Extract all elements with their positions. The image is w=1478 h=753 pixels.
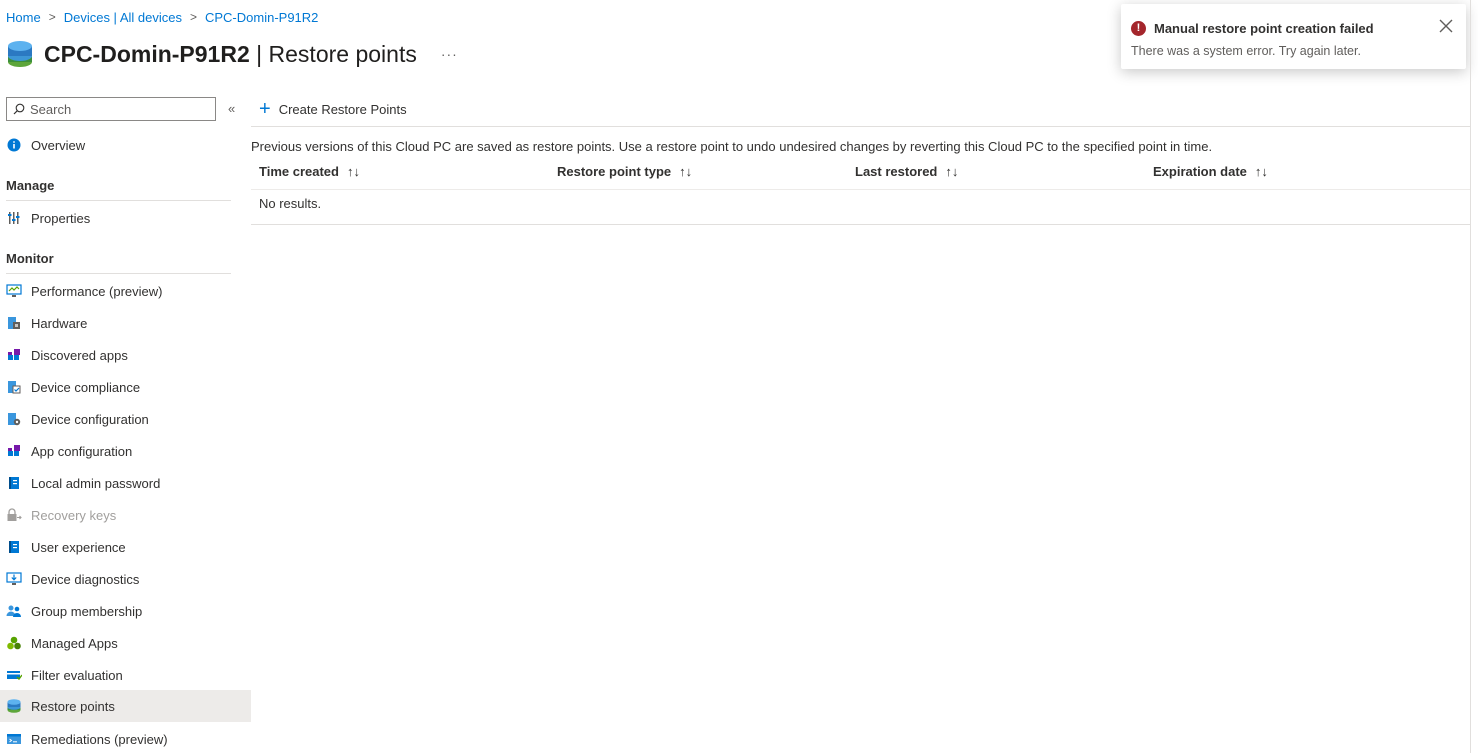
device-compliance-icon bbox=[6, 379, 22, 395]
column-label: Last restored bbox=[855, 164, 938, 179]
sidebar-item-overview[interactable]: Overview bbox=[0, 129, 251, 161]
breadcrumb-all-devices[interactable]: Devices | All devices bbox=[64, 10, 182, 25]
page-description: Previous versions of this Cloud PC are s… bbox=[251, 139, 1213, 154]
device-name: CPC-Domin-P91R2 bbox=[44, 40, 250, 67]
sidebar-item-label: Local admin password bbox=[31, 475, 161, 491]
empty-state-text: No results. bbox=[259, 196, 322, 211]
search-box[interactable] bbox=[6, 97, 216, 121]
column-label: Time created bbox=[259, 164, 339, 179]
table-body-divider bbox=[251, 224, 1471, 225]
diagnostics-download-icon bbox=[6, 571, 22, 587]
sort-icon: ↑↓ bbox=[1254, 164, 1268, 179]
table-header-divider bbox=[251, 189, 1471, 190]
section-monitor: Monitor bbox=[6, 251, 231, 274]
sidebar-item-label: Properties bbox=[31, 210, 91, 226]
sort-icon: ↑↓ bbox=[945, 164, 959, 179]
managed-apps-icon bbox=[6, 635, 22, 651]
properties-icon bbox=[6, 210, 22, 226]
sidebar-item-label: Performance (preview) bbox=[31, 283, 163, 299]
create-restore-points-button[interactable]: + Create Restore Points bbox=[259, 98, 407, 120]
column-header-time-created[interactable]: Time created ↑↓ bbox=[259, 164, 360, 179]
breadcrumb-home[interactable]: Home bbox=[6, 10, 41, 25]
password-book-icon bbox=[6, 475, 22, 491]
sidebar-item-group-membership[interactable]: Group membership bbox=[0, 595, 251, 627]
sidebar-item-discovered-apps[interactable]: Discovered apps bbox=[0, 339, 251, 371]
group-users-icon bbox=[6, 603, 22, 619]
sidebar-item-label: User experience bbox=[31, 539, 126, 555]
remediations-icon bbox=[6, 731, 22, 747]
breadcrumb: Home > Devices | All devices > CPC-Domin… bbox=[6, 8, 318, 26]
sidebar-item-label: App configuration bbox=[31, 443, 133, 459]
close-icon[interactable] bbox=[1438, 18, 1454, 34]
column-header-expiration-date[interactable]: Expiration date ↑↓ bbox=[1153, 164, 1268, 179]
column-header-restore-point-type[interactable]: Restore point type ↑↓ bbox=[557, 164, 692, 179]
hardware-icon bbox=[6, 315, 22, 331]
page-header: CPC-Domin-P91R2 | Restore points ··· bbox=[6, 34, 458, 74]
sidebar-item-performance[interactable]: Performance (preview) bbox=[0, 275, 251, 307]
sidebar-item-label: Device compliance bbox=[31, 379, 141, 395]
sidebar-item-device-diagnostics[interactable]: Device diagnostics bbox=[0, 563, 251, 595]
notification-message: There was a system error. Try again late… bbox=[1131, 44, 1361, 58]
command-bar-divider bbox=[251, 126, 1471, 127]
sidebar-item-recovery-keys: Recovery keys bbox=[0, 499, 251, 531]
apps-grid-icon bbox=[6, 347, 22, 363]
column-label: Restore point type bbox=[557, 164, 672, 179]
sidebar-item-local-admin-password[interactable]: Local admin password bbox=[0, 467, 251, 499]
sidebar-item-filter-evaluation[interactable]: Filter evaluation bbox=[0, 659, 251, 691]
restore-points-icon bbox=[6, 698, 22, 714]
sidebar-item-remediations[interactable]: Remediations (preview) bbox=[0, 723, 251, 753]
create-restore-points-label: Create Restore Points bbox=[278, 101, 407, 117]
sidebar-item-managed-apps[interactable]: Managed Apps bbox=[0, 627, 251, 659]
performance-monitor-icon bbox=[6, 283, 22, 299]
search-input[interactable] bbox=[30, 101, 200, 117]
lock-arrow-icon bbox=[6, 507, 22, 523]
sidebar-item-label: Hardware bbox=[31, 315, 88, 331]
error-icon: ! bbox=[1131, 21, 1146, 36]
search-icon bbox=[13, 103, 25, 115]
column-header-last-restored[interactable]: Last restored ↑↓ bbox=[855, 164, 958, 179]
breadcrumb-device[interactable]: CPC-Domin-P91R2 bbox=[205, 10, 318, 25]
chevron-right-icon: > bbox=[189, 10, 197, 24]
device-configuration-icon bbox=[6, 411, 22, 427]
app-configuration-icon bbox=[6, 443, 22, 459]
section-manage: Manage bbox=[6, 178, 231, 201]
sort-icon: ↑↓ bbox=[679, 164, 693, 179]
sidebar-item-label: Group membership bbox=[31, 603, 143, 619]
error-notification: ! Manual restore point creation failed T… bbox=[1121, 4, 1466, 69]
sidebar-item-label: Recovery keys bbox=[31, 507, 117, 523]
sidebar-item-device-configuration[interactable]: Device configuration bbox=[0, 403, 251, 435]
sidebar: « Overview Manage Properties Monitor Per… bbox=[0, 96, 251, 753]
page-name: Restore points bbox=[268, 40, 417, 67]
column-label: Expiration date bbox=[1153, 164, 1247, 179]
sidebar-item-label: Filter evaluation bbox=[31, 667, 123, 683]
sidebar-item-label: Remediations (preview) bbox=[31, 731, 168, 747]
notification-title: Manual restore point creation failed bbox=[1154, 21, 1374, 36]
sidebar-item-user-experience[interactable]: User experience bbox=[0, 531, 251, 563]
scrollbar-edge bbox=[1470, 0, 1471, 753]
sidebar-item-label: Restore points bbox=[31, 698, 115, 714]
sidebar-item-restore-points[interactable]: Restore points bbox=[0, 690, 251, 722]
sidebar-item-app-configuration[interactable]: App configuration bbox=[0, 435, 251, 467]
user-experience-icon bbox=[6, 539, 22, 555]
collapse-sidebar-button[interactable]: « bbox=[228, 101, 235, 116]
sidebar-item-label: Overview bbox=[31, 137, 86, 153]
filter-evaluation-icon bbox=[6, 667, 22, 683]
sidebar-item-device-compliance[interactable]: Device compliance bbox=[0, 371, 251, 403]
sidebar-item-label: Device diagnostics bbox=[31, 571, 140, 587]
restore-points-icon bbox=[8, 41, 32, 67]
sidebar-item-label: Managed Apps bbox=[31, 635, 118, 651]
title-separator: | bbox=[249, 40, 269, 67]
sidebar-item-properties[interactable]: Properties bbox=[0, 202, 251, 234]
page-title: CPC-Domin-P91R2 | Restore points bbox=[44, 41, 417, 68]
sidebar-item-label: Discovered apps bbox=[31, 347, 128, 363]
more-options-button[interactable]: ··· bbox=[441, 46, 458, 62]
plus-icon: + bbox=[259, 98, 271, 120]
sort-icon: ↑↓ bbox=[346, 164, 360, 179]
info-icon bbox=[6, 137, 22, 153]
sidebar-item-hardware[interactable]: Hardware bbox=[0, 307, 251, 339]
sidebar-item-label: Device configuration bbox=[31, 411, 149, 427]
chevron-right-icon: > bbox=[48, 10, 56, 24]
